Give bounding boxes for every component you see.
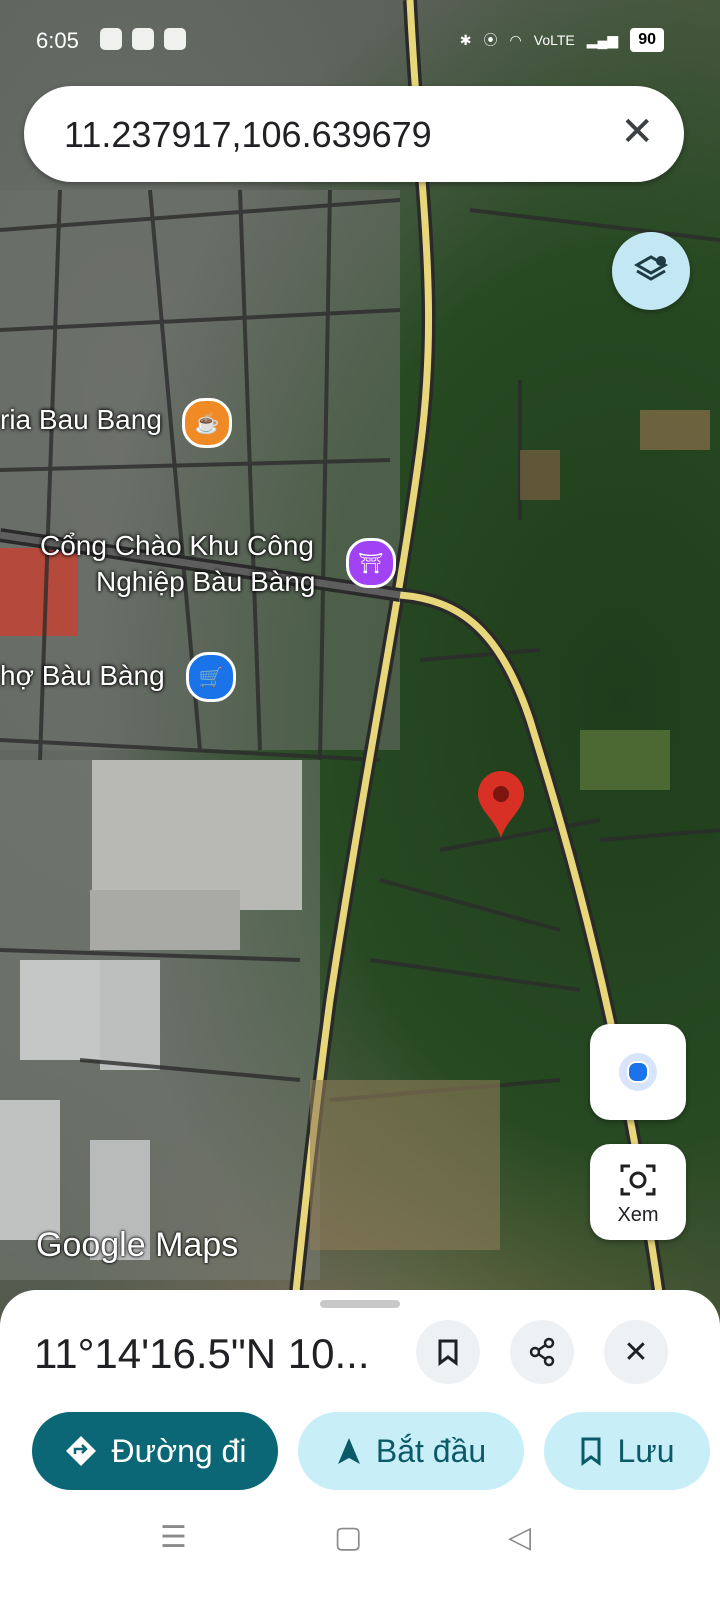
directions-label: Đường đi <box>111 1432 247 1469</box>
app-notification-icon <box>164 28 186 50</box>
system-icons: ✱ ⦿ ◠ VoLTE ▂▄▆ 90 <box>460 28 664 52</box>
map-label-market[interactable]: hợ Bàu Bàng <box>0 660 165 692</box>
bookmark-button[interactable] <box>416 1320 480 1384</box>
weather-icon <box>132 28 154 50</box>
bluetooth-icon: ✱ <box>459 31 472 48</box>
my-location-button[interactable] <box>590 1024 686 1120</box>
save-label: Lưu <box>617 1432 675 1469</box>
cafe-icon[interactable]: ☕ <box>182 398 232 448</box>
location-pin-icon[interactable] <box>476 770 526 840</box>
location-icon: ⦿ <box>483 32 498 48</box>
google-maps-watermark: Google Maps <box>36 1226 239 1264</box>
home-icon[interactable]: ▢ <box>334 1520 362 1555</box>
directions-icon <box>65 1436 96 1466</box>
directions-button[interactable]: Đường đi <box>32 1412 278 1490</box>
notification-icons <box>100 28 186 50</box>
map-label-gate-line2[interactable]: Nghiệp Bàu Bàng <box>96 566 316 598</box>
signal-icon: ▂▄▆ <box>586 31 619 48</box>
close-button[interactable]: ✕ <box>604 1320 668 1384</box>
shopping-cart-icon[interactable]: 🛒 <box>186 652 236 702</box>
battery-indicator: 90 <box>630 28 664 52</box>
volte-label: VoLTE <box>533 32 575 48</box>
save-button[interactable]: Lưu <box>544 1412 710 1490</box>
clock: 6:05 <box>36 28 79 53</box>
status-bar: 6:05 ✱ ⦿ ◠ VoLTE ▂▄▆ 90 <box>0 0 720 80</box>
layers-icon <box>633 255 669 281</box>
my-location-icon <box>619 1053 657 1091</box>
search-query[interactable]: 11.237917,106.639679 <box>64 114 432 156</box>
clear-search-icon[interactable]: ✕ <box>620 110 654 154</box>
map-label-cafe[interactable]: ria Bau Bang <box>0 404 162 436</box>
wifi-icon: ◠ <box>509 31 522 48</box>
landmark-icon[interactable]: ⛩ <box>346 538 396 588</box>
camera-icon <box>620 1164 656 1196</box>
layers-button[interactable] <box>612 232 690 310</box>
bookmark-icon <box>438 1339 458 1366</box>
back-icon[interactable]: ◁ <box>508 1520 531 1555</box>
share-button[interactable] <box>510 1320 574 1384</box>
close-icon: ✕ <box>623 1335 649 1369</box>
view-button[interactable]: Xem <box>590 1144 686 1240</box>
view-label: Xem <box>617 1204 659 1226</box>
search-bar[interactable]: 11.237917,106.639679 ✕ <box>24 86 684 182</box>
menu-icon[interactable]: ☰ <box>160 1520 187 1555</box>
start-button[interactable]: Bắt đầu <box>298 1412 524 1490</box>
facebook-icon <box>100 28 122 50</box>
bookmark-icon <box>581 1437 601 1466</box>
drag-handle[interactable] <box>320 1300 400 1308</box>
map-label-gate[interactable]: Cổng Chào Khu Công <box>40 530 314 562</box>
place-title: 11°14'16.5"N 10... <box>34 1330 370 1377</box>
start-label: Bắt đầu <box>375 1432 487 1469</box>
share-icon <box>529 1337 555 1367</box>
navigation-arrow-icon <box>337 1438 360 1464</box>
